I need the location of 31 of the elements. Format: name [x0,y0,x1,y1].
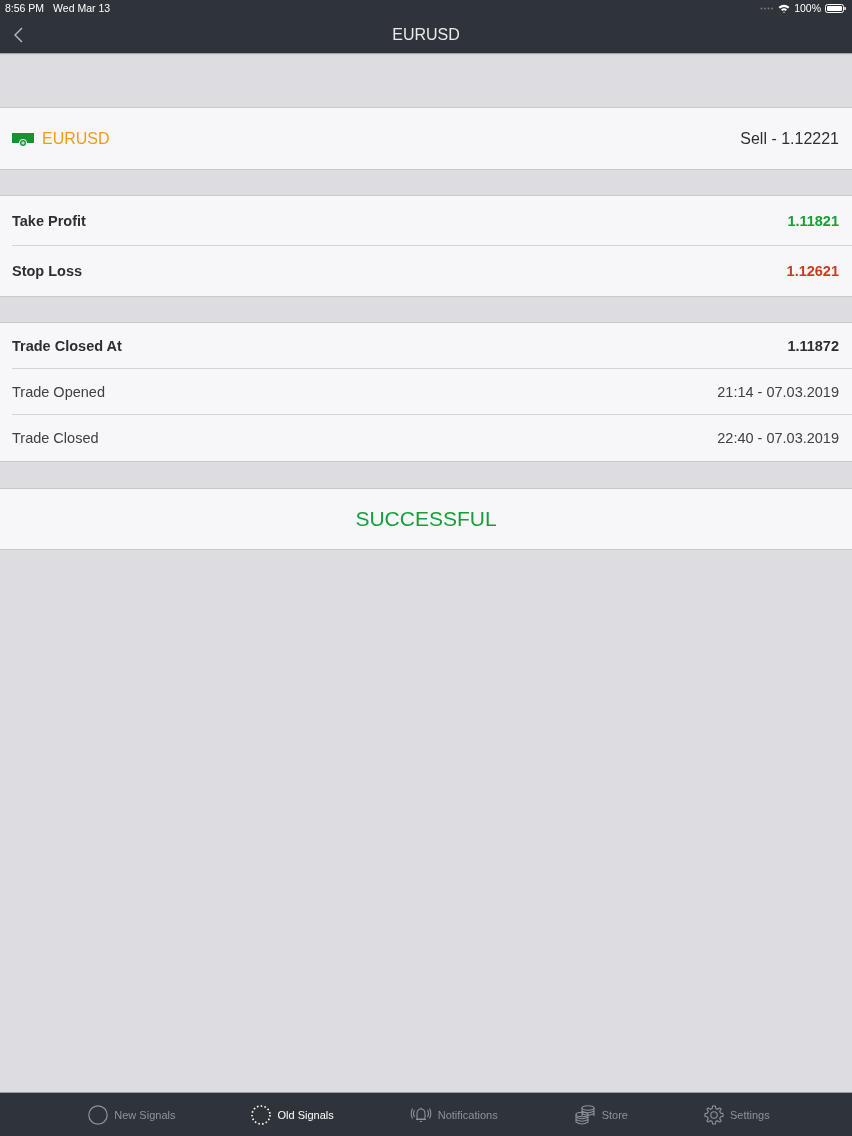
row-label: Stop Loss [12,263,83,279]
cellular-signal-icon [760,6,775,10]
status-date: Wed Mar 13 [53,2,111,14]
wifi-icon [778,3,791,13]
nav-title: EURUSD [392,25,460,44]
row-label: Take Profit [12,212,86,229]
row-value: 22:40 - 07.03.2019 [717,430,839,446]
result-status: SUCCESSFUL [355,507,497,531]
row-label: Trade Closed At [12,337,122,354]
dotted-circle-icon [251,1104,272,1125]
row-value: 1.12621 [786,263,839,279]
tab-button[interactable]: Old Signals [251,1104,334,1125]
row-label: Trade Opened [12,383,105,400]
tab-button[interactable]: Store [573,1104,628,1125]
row-value: 1.11872 [787,337,839,354]
tab-button[interactable]: Notifications [409,1104,498,1125]
currency-pair: EURUSD [42,129,110,148]
row-value: 1.11821 [787,212,839,229]
coin-stack-icon [573,1104,596,1125]
tab-button[interactable]: Settings [703,1104,770,1125]
status-time: 8:56 PM [5,2,45,14]
battery-percent: 100% [794,2,821,14]
battery-icon [825,3,846,13]
tab-button[interactable]: New Signals [88,1104,176,1125]
circle-icon [88,1104,109,1125]
back-icon[interactable] [14,27,23,43]
settings-icon [703,1104,724,1125]
row-label: Trade Closed [12,430,99,446]
banknote-icon [12,132,34,147]
signal-direction: Sell - 1.12221 [740,129,839,148]
row-value: 21:14 - 07.03.2019 [717,383,839,400]
